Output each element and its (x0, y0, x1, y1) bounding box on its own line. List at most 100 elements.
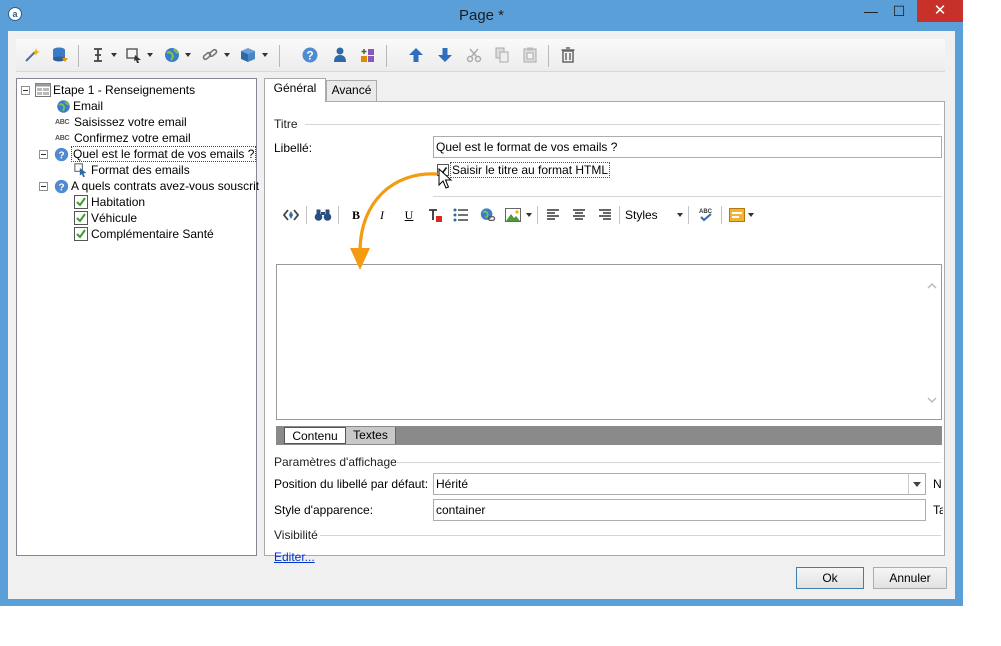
tree-item[interactable]: Véhicule (73, 210, 137, 226)
section-divider (396, 462, 941, 463)
display-section-title: Paramètres d'affichage (274, 455, 397, 469)
libelle-input[interactable]: Quel est le format de vos emails ? (433, 136, 942, 158)
align-right-icon[interactable] (595, 205, 615, 225)
collapse-toggle[interactable] (39, 149, 48, 159)
tree-item[interactable]: ABC Saisissez votre email (55, 114, 187, 130)
clear-format-icon[interactable] (425, 205, 445, 225)
tree-item[interactable]: ? A quels contrats avez-vous souscrit (39, 178, 259, 194)
section-title: Titre (274, 117, 298, 131)
cancel-button-label: Annuler (889, 571, 931, 585)
wand-icon[interactable] (22, 45, 42, 65)
chevron-down-icon[interactable] (748, 213, 754, 217)
styles-dropdown[interactable]: Styles (625, 205, 667, 225)
html-editor-area[interactable] (276, 264, 942, 420)
tree-item[interactable]: ABC Confirmez votre email (55, 130, 191, 146)
insert-image-icon[interactable] (503, 205, 523, 225)
maximize-button[interactable]: ☐ (885, 0, 913, 22)
spellcheck-icon[interactable]: ABC (696, 205, 716, 225)
toolbar-separator (306, 206, 307, 224)
align-left-icon[interactable] (543, 205, 563, 225)
tab-label: Avancé (331, 83, 372, 97)
italic-button[interactable]: I (372, 205, 392, 225)
general-panel: Titre Libellé: Quel est le format de vos… (264, 101, 945, 564)
tab-label: Contenu (292, 429, 338, 443)
tab-label: Textes (353, 428, 388, 442)
collapse-toggle[interactable] (21, 85, 30, 95)
page-window: a Page * — ☐ ✕ ? Etape 1 - Renseignement… (0, 0, 963, 606)
cube-icon[interactable] (238, 45, 258, 65)
visibility-section-title: Visibilité (274, 528, 318, 542)
bold-button[interactable]: B (346, 205, 366, 225)
database-icon[interactable] (50, 45, 70, 65)
chevron-down-icon[interactable] (111, 53, 117, 57)
structure-tree[interactable]: Etape 1 - Renseignements Email ABC Saisi… (16, 78, 259, 556)
move-down-icon[interactable] (435, 45, 455, 65)
chevron-down-icon[interactable] (526, 213, 532, 217)
edit-visibility-link[interactable]: Editer... (274, 550, 315, 564)
bullet-list-icon[interactable] (451, 205, 471, 225)
tab-texts[interactable]: Textes (346, 427, 396, 444)
chevron-down-icon[interactable] (262, 53, 268, 57)
globe-icon[interactable] (162, 45, 182, 65)
tree-item-label: Etape 1 - Renseignements (53, 83, 196, 97)
copy-icon[interactable] (492, 45, 512, 65)
help-icon[interactable]: ? (300, 45, 320, 65)
cut-icon[interactable] (464, 45, 484, 65)
position-value: Hérité (436, 477, 469, 491)
title-bar[interactable]: a Page * — ☐ ✕ (0, 0, 963, 30)
underline-button[interactable]: U (399, 205, 419, 225)
add-shapes-icon[interactable] (358, 45, 378, 65)
align-center-icon[interactable] (569, 205, 589, 225)
tab-general[interactable]: Général (264, 78, 326, 102)
ok-button-label: Ok (822, 571, 838, 585)
toolbar-separator (386, 45, 387, 67)
toolbar-separator (338, 206, 339, 224)
checkbox-icon (73, 210, 89, 226)
insert-link-icon[interactable] (477, 205, 497, 225)
chevron-down-icon[interactable] (677, 213, 683, 217)
move-up-icon[interactable] (406, 45, 426, 65)
chevron-down-icon[interactable] (908, 474, 925, 494)
tree-item-selected[interactable]: ? Quel est le format de vos emails ? (39, 146, 257, 162)
tree-item-label: Format des emails (91, 163, 190, 177)
close-button[interactable]: ✕ (917, 0, 963, 22)
style-input[interactable]: container (433, 499, 926, 521)
source-code-icon[interactable] (281, 205, 301, 225)
cut-off-label: Ta (933, 503, 943, 517)
paste-icon[interactable] (520, 45, 540, 65)
person-icon[interactable] (330, 45, 350, 65)
text-cursor-icon[interactable] (88, 45, 108, 65)
form-element-icon[interactable] (124, 45, 144, 65)
insert-block-icon[interactable] (727, 205, 747, 225)
chevron-down-icon[interactable] (185, 53, 191, 57)
toolbar-separator (279, 45, 280, 67)
binoculars-icon[interactable] (313, 205, 333, 225)
position-select[interactable]: Hérité (433, 473, 926, 495)
tree-item[interactable]: Etape 1 - Renseignements (21, 82, 195, 98)
tree-item-label: Confirmez votre email (74, 131, 191, 145)
tree-item[interactable]: Format des emails (73, 162, 190, 178)
dialog-client: ? Etape 1 - Renseignements Email ABC Sai… (8, 31, 955, 599)
editor-divider (433, 196, 942, 197)
toolbar-separator (78, 45, 79, 67)
tree-item[interactable]: Complémentaire Santé (73, 226, 214, 242)
ok-button[interactable]: Ok (796, 567, 864, 589)
scroll-up-icon[interactable] (927, 281, 937, 291)
abc-icon: ABC (55, 134, 70, 142)
minimize-button[interactable]: — (857, 0, 885, 22)
tree-item[interactable]: Habitation (73, 194, 145, 210)
delete-icon[interactable] (558, 45, 578, 65)
section-divider (320, 535, 941, 536)
html-title-checkbox-label[interactable]: Saisir le titre au format HTML (450, 162, 611, 178)
tab-advanced[interactable]: Avancé (326, 80, 377, 101)
tab-content[interactable]: Contenu (284, 427, 346, 444)
cancel-button[interactable]: Annuler (873, 567, 947, 589)
scroll-down-icon[interactable] (927, 395, 937, 405)
chevron-down-icon[interactable] (224, 53, 230, 57)
collapse-toggle[interactable] (39, 181, 48, 191)
link-icon[interactable] (200, 45, 220, 65)
tree-item[interactable]: Email (55, 98, 103, 114)
toolbar-separator (619, 206, 620, 224)
chevron-down-icon[interactable] (147, 53, 153, 57)
editor-toolbar: B I U Styles ABC (275, 201, 942, 229)
